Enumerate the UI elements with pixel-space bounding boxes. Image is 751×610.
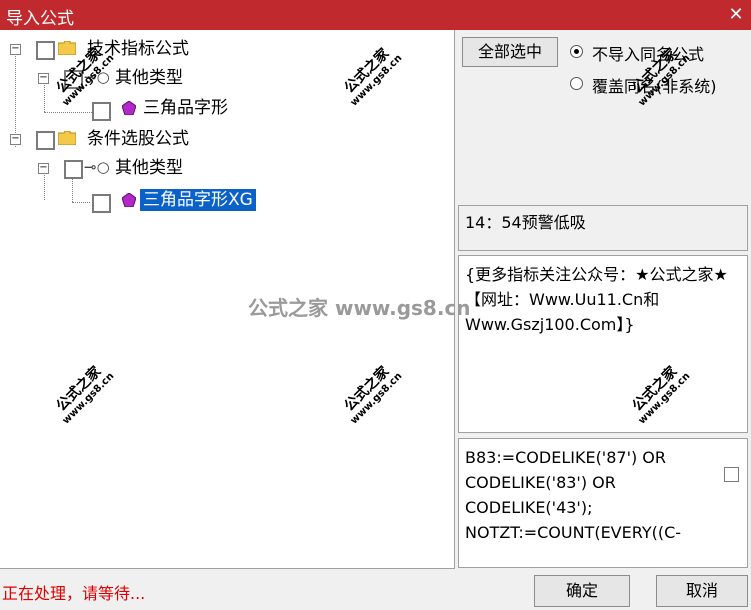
- collapse-toggle[interactable]: −: [10, 44, 21, 55]
- close-button[interactable]: ✕: [725, 4, 747, 26]
- formula-gem-icon: [122, 193, 136, 207]
- tree-node-label: 条件选股公式: [87, 129, 189, 149]
- code-line: CODELIKE('83') OR: [465, 473, 616, 492]
- code-line: NOTZT:=COUNT(EVERY((C-: [465, 523, 682, 542]
- ok-button[interactable]: 确定: [534, 575, 630, 607]
- checkbox[interactable]: [36, 131, 55, 150]
- formula-time-info: 14：54预警低吸: [458, 205, 748, 251]
- tree-node-selection[interactable]: − 条件选股公式: [0, 128, 454, 150]
- status-text: 正在处理，请等待...: [2, 584, 146, 603]
- checkbox[interactable]: [92, 194, 111, 213]
- key-icon: ⊸○: [84, 158, 110, 176]
- code-line: B83:=CODELIKE('87') OR: [465, 448, 666, 467]
- formula-code-box[interactable]: B83:=CODELIKE('87') OR CODELIKE('83') OR…: [458, 438, 748, 568]
- radio-overwrite[interactable]: [570, 77, 583, 90]
- formula-gem-icon: [122, 101, 136, 115]
- tree-node-label: 其他类型: [115, 68, 183, 88]
- select-all-button[interactable]: 全部选中: [462, 37, 558, 67]
- window-title: 导入公式: [6, 9, 74, 29]
- formula-time-text: 14：54预警低吸: [465, 213, 586, 232]
- title-bar: 导入公式 ✕: [0, 0, 751, 30]
- tree-node-label-selected: 三角品字形XG: [140, 189, 256, 211]
- collapse-toggle[interactable]: −: [10, 134, 21, 145]
- folder-icon: [58, 131, 76, 145]
- formula-description-box[interactable]: {更多指标关注公众号：★公式之家★【网址：Www.Uu11.Cn和Www.Gsz…: [458, 255, 748, 433]
- checkbox[interactable]: [92, 102, 111, 121]
- collapse-toggle[interactable]: −: [38, 73, 49, 84]
- code-checkbox[interactable]: [724, 467, 739, 482]
- tree-node-label: 其他类型: [115, 158, 183, 178]
- tree-node-label: 三角品字形: [143, 98, 228, 118]
- radio-no-import[interactable]: [570, 45, 583, 58]
- checkbox[interactable]: [64, 160, 83, 179]
- tree-node-selection-item[interactable]: 三角品字形XG: [0, 189, 454, 213]
- formula-code: B83:=CODELIKE('87') OR CODELIKE('83') OR…: [465, 445, 707, 545]
- folder-icon: [58, 41, 76, 55]
- tree-node-selection-other[interactable]: − ⊸○ 其他类型: [0, 157, 454, 179]
- watermark-center: 公式之家 www.gs8.cn: [248, 296, 471, 320]
- code-line: CODELIKE('43');: [465, 498, 593, 517]
- collapse-toggle[interactable]: −: [38, 163, 49, 174]
- formula-description: {更多指标关注公众号：★公式之家★【网址：Www.Uu11.Cn和Www.Gsz…: [465, 265, 728, 334]
- cancel-button[interactable]: 取消: [656, 575, 748, 607]
- checkbox[interactable]: [36, 41, 55, 60]
